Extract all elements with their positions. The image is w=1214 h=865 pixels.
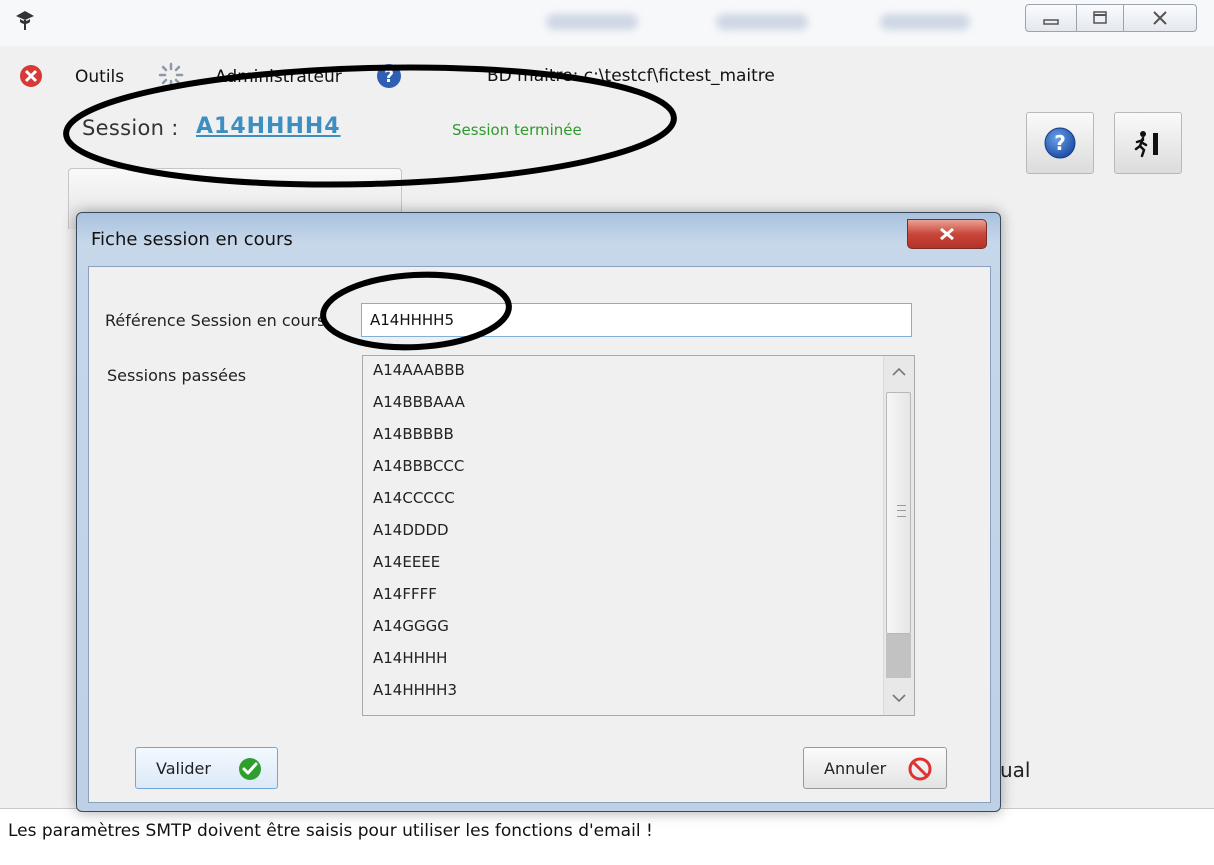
list-item[interactable]: A14FFFF	[363, 580, 881, 612]
menu-outils[interactable]: Outils	[75, 67, 124, 87]
session-label: Session :	[82, 116, 179, 140]
list-item[interactable]: A14DDDD	[363, 516, 881, 548]
status-bar: Les paramètres SMTP doivent être saisis …	[0, 808, 1214, 865]
list-item[interactable]: A14AAABBB	[363, 356, 881, 388]
list-item[interactable]: A14BBBBB	[363, 420, 881, 452]
list-item[interactable]: A14CCCCC	[363, 484, 881, 516]
dialog-close-button[interactable]	[907, 219, 987, 249]
list-item[interactable]: A14BBBCCC	[363, 452, 881, 484]
valider-label: Valider	[156, 759, 211, 778]
valider-button[interactable]: Valider	[135, 747, 278, 789]
db-path: BD maitre: c:\testcf\fictest_maitre	[487, 66, 775, 86]
list-item[interactable]: A14GGGG	[363, 612, 881, 644]
past-sessions-items: A14AAABBB A14BBBAAA A14BBBBB A14BBBCCC A…	[363, 356, 881, 715]
past-sessions-list[interactable]: A14AAABBB A14BBBAAA A14BBBBB A14BBBCCC A…	[362, 355, 915, 716]
session-code-link[interactable]: A14HHHH4	[196, 114, 341, 139]
status-message: Les paramètres SMTP doivent être saisis …	[8, 821, 653, 841]
help-icon: ?	[1044, 127, 1076, 159]
list-item[interactable]: A14HHHH	[363, 644, 881, 676]
exit-button[interactable]	[1114, 112, 1182, 174]
scroll-track[interactable]	[886, 634, 911, 678]
chevron-up-icon	[892, 367, 906, 376]
close-window-button[interactable]	[1123, 4, 1197, 32]
annuler-label: Annuler	[824, 759, 887, 778]
help-button[interactable]: ?	[1026, 112, 1094, 174]
scroll-thumb[interactable]	[886, 392, 911, 634]
svg-text:?: ?	[1054, 131, 1066, 155]
minimize-button[interactable]	[1025, 4, 1077, 32]
close-icon	[1153, 11, 1167, 25]
list-scrollbar[interactable]	[883, 356, 914, 715]
list-item[interactable]: A14EEEE	[363, 548, 881, 580]
scroll-up-button[interactable]	[885, 358, 913, 386]
maximize-button[interactable]	[1076, 4, 1124, 32]
blurred-tab	[546, 14, 638, 30]
past-sessions-label: Sessions passées	[107, 366, 247, 385]
scroll-down-button[interactable]	[885, 684, 913, 712]
session-dialog: Fiche session en cours Référence Session…	[76, 212, 1001, 812]
close-icon	[940, 227, 954, 241]
exit-icon	[1134, 131, 1158, 158]
annuler-button[interactable]: Annuler	[803, 747, 947, 789]
help-circle-icon[interactable]: ?	[375, 62, 403, 90]
dialog-content: Référence Session en cours Sessions pass…	[88, 266, 991, 803]
session-status: Session terminée	[452, 121, 582, 139]
menu-administrateur[interactable]: Administrateur	[215, 67, 342, 87]
window-controls	[1025, 4, 1197, 34]
dialog-title: Fiche session en cours	[91, 229, 293, 250]
window-titlebar	[0, 0, 1214, 46]
close-circle-icon[interactable]	[18, 63, 44, 89]
app-logo-icon	[16, 11, 34, 30]
maximize-icon	[1093, 11, 1107, 24]
cancel-icon	[908, 757, 932, 781]
ref-session-input[interactable]	[361, 303, 912, 337]
grip-icon	[897, 505, 906, 517]
chevron-down-icon	[892, 694, 906, 703]
settings-spinner-icon[interactable]	[157, 61, 185, 89]
menubar: Outils Administrateur ? BD maitre: c:\te…	[0, 46, 1214, 106]
list-item[interactable]: A14HHHH3	[363, 676, 881, 708]
minimize-icon	[1043, 19, 1059, 25]
background-partial-text: ual	[1000, 758, 1031, 782]
list-item[interactable]: A14BBBAAA	[363, 388, 881, 420]
checkmark-icon	[239, 758, 261, 780]
ref-session-label: Référence Session en cours	[105, 311, 326, 330]
svg-text:?: ?	[384, 67, 394, 87]
blurred-tab	[716, 14, 808, 30]
blurred-tab	[880, 14, 970, 30]
